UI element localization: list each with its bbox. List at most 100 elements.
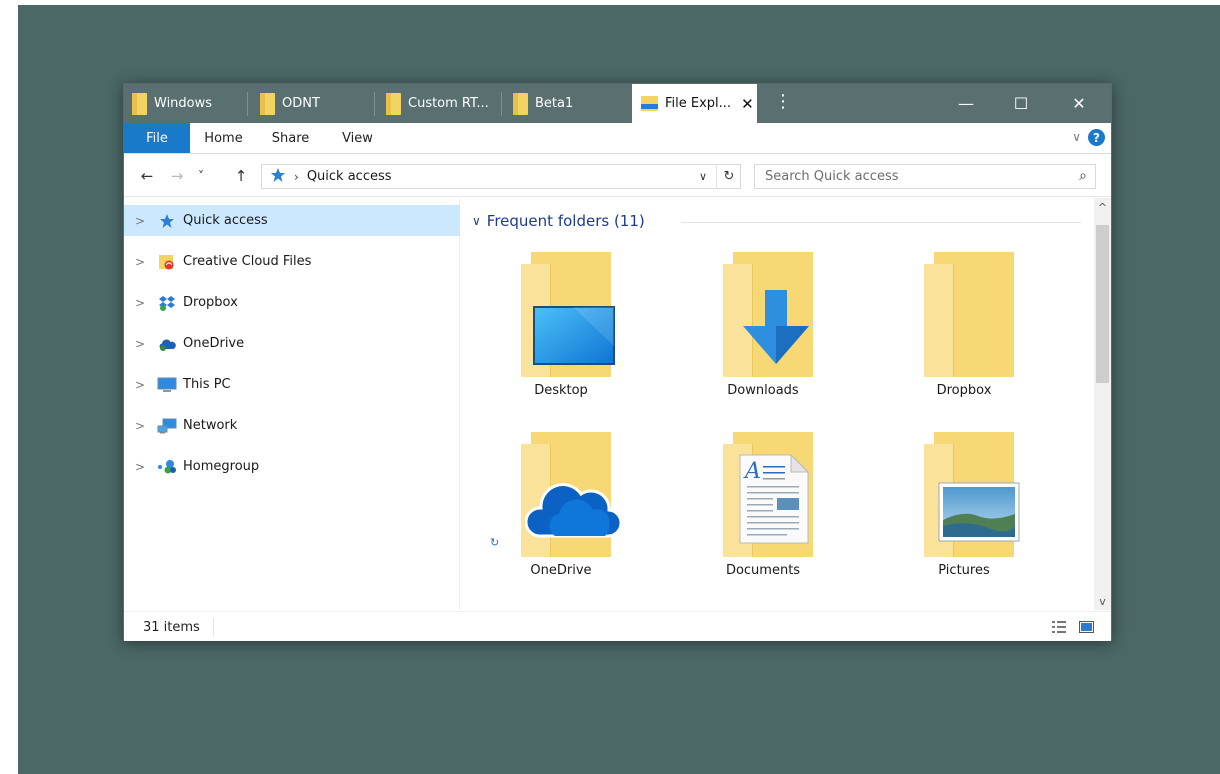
expand-chevron-icon[interactable]: >	[124, 214, 156, 228]
recent-locations-chevron-icon[interactable]: ˅	[192, 165, 210, 187]
folder-icon	[386, 92, 401, 115]
expand-chevron-icon[interactable]: >	[124, 460, 156, 474]
folder-label: Downloads	[727, 383, 799, 398]
search-input[interactable]	[765, 169, 1065, 184]
sync-status-icon: ↻	[490, 536, 500, 549]
homegroup-icon	[156, 458, 178, 476]
expand-chevron-icon[interactable]: >	[124, 419, 156, 433]
ribbon-tab-view[interactable]: View	[324, 123, 391, 153]
nav-item-label: Dropbox	[183, 295, 238, 310]
nav-item-homegroup[interactable]: > Homegroup	[124, 451, 460, 482]
network-icon	[156, 417, 178, 435]
status-bar: 31 items	[124, 611, 1111, 641]
maximize-button[interactable]: ☐	[998, 84, 1044, 123]
navigation-bar: ← → ˅ ↑ › Quick access ∨ ↻ ⌕	[124, 155, 1111, 197]
folder-icon	[260, 92, 275, 115]
group-header-label: Frequent folders (11)	[486, 212, 645, 230]
search-box[interactable]: ⌕	[754, 164, 1096, 189]
scroll-down-arrow-icon[interactable]: v	[1094, 592, 1111, 610]
desktop-monitor-icon	[533, 306, 615, 370]
nav-item-label: Quick access	[183, 213, 268, 228]
status-divider	[213, 618, 214, 636]
collapse-chevron-icon: ∨	[472, 214, 481, 228]
tab-file-explorer[interactable]: File Expl... ✕	[632, 84, 757, 123]
folder-label: Documents	[725, 563, 801, 578]
tab-label: ODNT	[282, 96, 320, 111]
folder-tile-desktop[interactable]: Desktop	[481, 242, 641, 412]
nav-item-label: Homegroup	[183, 459, 260, 474]
folder-icon	[513, 92, 528, 115]
folder-label: Dropbox	[936, 383, 992, 398]
dropbox-icon	[156, 294, 178, 312]
navigation-pane: > Quick access > Creative Cloud Files > …	[124, 198, 460, 610]
group-header-frequent-folders[interactable]: ∨ Frequent folders (11)	[472, 212, 645, 230]
expand-chevron-icon[interactable]: >	[124, 296, 156, 310]
file-explorer-icon	[641, 96, 658, 111]
folder-label: OneDrive	[530, 563, 592, 578]
ribbon: File Home Share View ∨ ?	[124, 123, 1111, 154]
tab-menu-icon[interactable]: ⋮	[774, 93, 792, 111]
file-explorer-window: Windows ODNT Custom RT... Beta1 File Exp…	[123, 83, 1112, 641]
tab-beta1[interactable]: Beta1	[513, 84, 573, 123]
expand-chevron-icon[interactable]: >	[124, 255, 156, 269]
folder-tile-dropbox[interactable]: Dropbox	[884, 242, 1044, 412]
onedrive-icon	[156, 335, 178, 353]
forward-arrow-icon[interactable]: →	[166, 165, 188, 187]
quick-access-star-icon	[270, 167, 286, 187]
nav-item-dropbox[interactable]: > Dropbox	[124, 287, 460, 318]
ribbon-tab-file[interactable]: File	[124, 123, 190, 153]
tab-divider	[501, 92, 502, 116]
search-icon[interactable]: ⌕	[1079, 168, 1087, 184]
nav-item-network[interactable]: > Network	[124, 410, 460, 441]
quick-access-star-icon	[156, 212, 178, 230]
tab-odnt[interactable]: ODNT	[260, 84, 320, 123]
tab-label: Beta1	[535, 96, 574, 111]
address-dropdown-icon[interactable]: ∨	[692, 165, 714, 188]
folder-label: Pictures	[938, 563, 990, 578]
close-button[interactable]: ✕	[1056, 84, 1102, 123]
creative-cloud-icon	[156, 253, 178, 271]
this-pc-icon	[156, 376, 178, 394]
up-arrow-icon[interactable]: ↑	[230, 165, 252, 187]
tab-divider	[247, 92, 248, 116]
ribbon-tab-share[interactable]: Share	[257, 123, 324, 153]
tab-custom-rt[interactable]: Custom RT...	[386, 84, 489, 123]
help-icon[interactable]: ?	[1088, 129, 1105, 146]
nav-item-quick-access[interactable]: > Quick access	[124, 205, 460, 236]
expand-ribbon-chevron-icon[interactable]: ∨	[1072, 130, 1081, 144]
refresh-icon[interactable]: ↻	[716, 164, 741, 189]
tab-label: File Expl...	[665, 96, 732, 111]
scrollbar-thumb[interactable]	[1096, 225, 1109, 383]
breadcrumb-separator-icon: ›	[294, 169, 299, 184]
nav-item-onedrive[interactable]: > OneDrive	[124, 328, 460, 359]
nav-item-this-pc[interactable]: > This PC	[124, 369, 460, 400]
breadcrumb-quick-access[interactable]: Quick access	[307, 169, 392, 184]
tab-divider	[374, 92, 375, 116]
nav-item-label: Network	[183, 418, 238, 433]
large-icons-view-icon[interactable]	[1076, 617, 1096, 637]
details-view-icon[interactable]	[1049, 617, 1069, 637]
document-page-icon: A	[739, 453, 810, 548]
folder-icon	[924, 252, 1014, 377]
tab-windows[interactable]: Windows	[132, 84, 212, 123]
onedrive-cloud-icon	[524, 474, 623, 544]
nav-item-label: Creative Cloud Files	[183, 254, 312, 269]
item-count: 31 items	[143, 620, 200, 635]
folder-tile-documents[interactable]: A Documents	[683, 422, 843, 592]
address-bar[interactable]: › Quick access ∨	[261, 164, 741, 189]
scroll-up-arrow-icon[interactable]: ^	[1094, 198, 1111, 216]
vertical-scrollbar[interactable]: ^ v	[1094, 198, 1111, 610]
tab-close-icon[interactable]: ✕	[741, 95, 754, 113]
minimize-button[interactable]: —	[943, 84, 989, 123]
folder-tile-downloads[interactable]: Downloads	[683, 242, 843, 412]
folder-tile-onedrive[interactable]: ↻ OneDrive	[481, 422, 641, 592]
nav-item-creative-cloud[interactable]: > Creative Cloud Files	[124, 246, 460, 277]
back-arrow-icon[interactable]: ←	[136, 165, 158, 187]
expand-chevron-icon[interactable]: >	[124, 337, 156, 351]
content-pane: ∨ Frequent folders (11) Desktop Download…	[461, 198, 1094, 610]
expand-chevron-icon[interactable]: >	[124, 378, 156, 392]
nav-item-label: OneDrive	[183, 336, 245, 351]
picture-landscape-icon	[938, 482, 1020, 546]
ribbon-tab-home[interactable]: Home	[190, 123, 257, 153]
folder-tile-pictures[interactable]: Pictures	[884, 422, 1044, 592]
